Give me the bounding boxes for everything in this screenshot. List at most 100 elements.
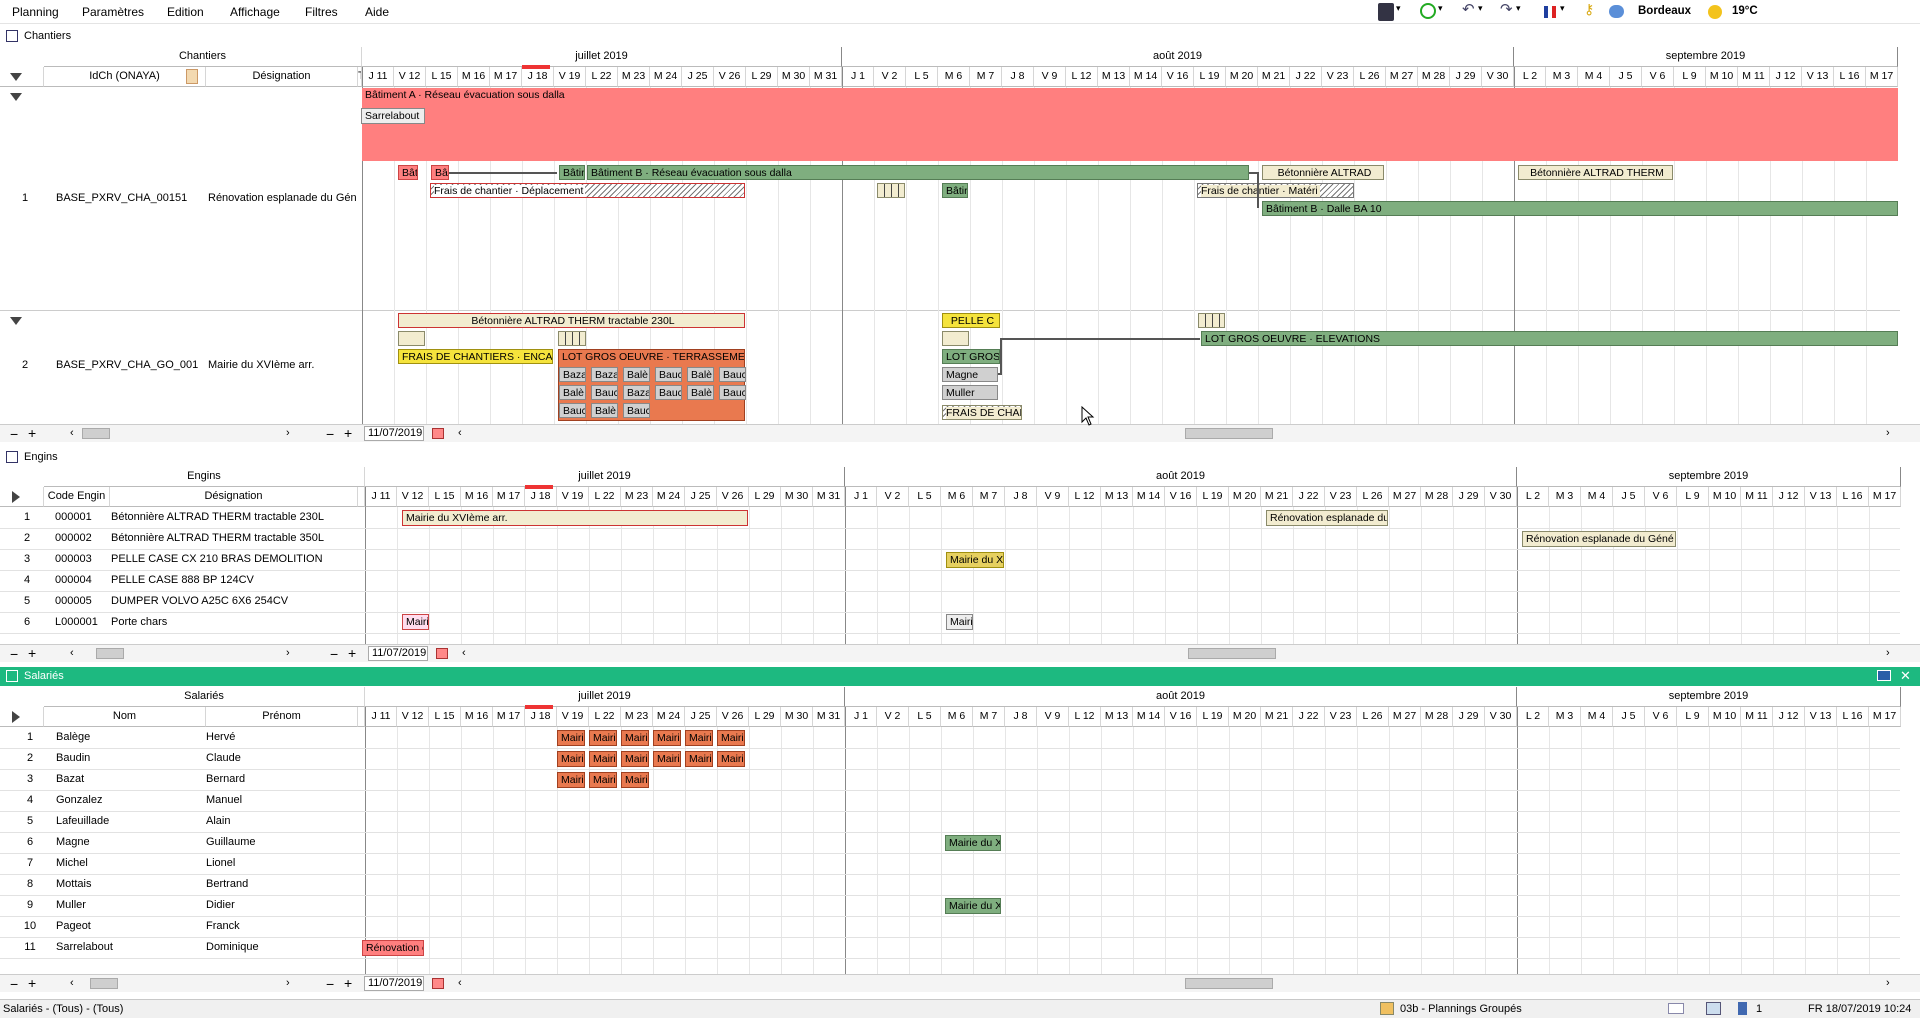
day-header[interactable]: V 9 <box>1037 707 1069 727</box>
day-header[interactable]: V 16 <box>1165 707 1197 727</box>
engin-code[interactable]: 000002 <box>55 528 110 548</box>
task-bar[interactable]: Bât <box>398 165 418 180</box>
task-bar[interactable]: FRAIS DE CHANTIERS · ENCAD <box>398 349 553 364</box>
day-header[interactable]: J 22 <box>1293 487 1325 507</box>
task-bar[interactable] <box>398 331 425 346</box>
scroll-left-icon[interactable]: ‹ <box>462 647 466 659</box>
col-designation[interactable]: Désignation <box>206 67 358 87</box>
day-header[interactable]: J 8 <box>1005 487 1037 507</box>
task-bar[interactable]: Bâtir <box>559 165 585 180</box>
undo-icon[interactable]: ↶ <box>1462 0 1475 18</box>
day-header[interactable]: L 12 <box>1069 707 1101 727</box>
day-header[interactable]: M 6 <box>941 707 973 727</box>
day-header[interactable]: M 13 <box>1101 487 1133 507</box>
day-header[interactable]: M 20 <box>1229 707 1261 727</box>
day-header[interactable]: M 24 <box>650 67 682 87</box>
salarie-prenom[interactable]: Alain <box>206 811 356 831</box>
day-header[interactable]: M 10 <box>1709 487 1741 507</box>
day-header[interactable]: L 15 <box>429 707 461 727</box>
day-header[interactable]: L 2 <box>1517 707 1549 727</box>
day-header[interactable]: M 31 <box>813 707 845 727</box>
salarie-prenom[interactable]: Didier <box>206 895 356 915</box>
menu-planning[interactable]: Planning <box>12 5 59 19</box>
day-header[interactable]: M 11 <box>1741 487 1773 507</box>
engin-designation[interactable]: Porte chars <box>111 612 358 632</box>
day-header[interactable]: L 2 <box>1514 67 1546 87</box>
task-bar[interactable]: Bétonnière ALTRAD <box>1262 165 1384 180</box>
chantier-id[interactable]: BASE_PXRV_CHA_GO_001 <box>56 355 198 375</box>
day-header[interactable]: L 26 <box>1354 67 1386 87</box>
salarie-prenom[interactable]: Guillaume <box>206 832 356 852</box>
sort-icon[interactable] <box>186 69 198 84</box>
day-header[interactable]: V 6 <box>1645 487 1677 507</box>
day-header[interactable]: M 10 <box>1709 707 1741 727</box>
col-code-engin[interactable]: Code Engin <box>44 487 110 507</box>
day-header[interactable]: L 16 <box>1837 707 1869 727</box>
day-header[interactable]: M 24 <box>653 707 685 727</box>
scroll-right-icon[interactable]: › <box>286 427 290 439</box>
card-icon[interactable] <box>1668 1003 1684 1014</box>
task-bar[interactable] <box>877 183 905 198</box>
day-header[interactable]: M 7 <box>973 487 1005 507</box>
day-header[interactable]: M 30 <box>778 67 810 87</box>
worker-chip[interactable]: Balè <box>591 403 618 418</box>
salarie-nom[interactable]: Magne <box>56 832 206 852</box>
date-field[interactable]: 11/07/2019 <box>364 426 424 441</box>
task-bar[interactable] <box>942 331 969 346</box>
day-header[interactable]: V 13 <box>1805 487 1837 507</box>
scroll-right-icon[interactable]: › <box>1886 427 1890 439</box>
scrollbar-thumb[interactable] <box>96 648 124 659</box>
assignment-bar[interactable]: Mairie du X <box>945 898 1001 914</box>
day-header[interactable]: M 17 <box>493 487 525 507</box>
scroll-left-icon[interactable]: ‹ <box>70 647 74 659</box>
salarie-nom[interactable]: Muller <box>56 895 206 915</box>
day-header[interactable]: J 8 <box>1005 707 1037 727</box>
assignment-bar[interactable]: Mairi <box>621 730 649 746</box>
task-bar[interactable]: LOT GROS OEUVRE · ELEVATIONS <box>1201 331 1898 346</box>
gantt-icon[interactable] <box>1706 1002 1721 1015</box>
assignment-bar[interactable]: Mairi <box>621 772 649 788</box>
worker-chip[interactable]: Balè <box>623 367 650 382</box>
scroll-right-icon[interactable]: › <box>1886 977 1890 989</box>
chevron-down-icon[interactable]: ▾ <box>1478 3 1483 21</box>
day-header[interactable]: V 23 <box>1322 67 1354 87</box>
day-header[interactable]: M 11 <box>1738 67 1770 87</box>
remove-row-button[interactable]: − <box>10 976 18 992</box>
scrollbar-thumb[interactable] <box>1185 428 1273 439</box>
day-header[interactable]: V 16 <box>1162 67 1194 87</box>
day-header[interactable]: V 23 <box>1325 707 1357 727</box>
day-header[interactable]: V 2 <box>877 707 909 727</box>
worker-chip[interactable]: Bauc <box>591 385 618 400</box>
assignment-bar[interactable]: Mairi <box>653 730 681 746</box>
task-bar[interactable] <box>558 331 586 346</box>
chevron-down-icon[interactable]: ▾ <box>1560 3 1565 21</box>
salarie-nom[interactable]: Baudin <box>56 748 206 768</box>
worker-chip[interactable]: Bauc <box>719 385 746 400</box>
day-header[interactable]: L 19 <box>1197 707 1229 727</box>
assignment-bar[interactable]: Mairi <box>402 614 429 630</box>
day-header[interactable]: J 5 <box>1610 67 1642 87</box>
day-header[interactable]: M 23 <box>621 487 653 507</box>
day-header[interactable]: V 6 <box>1642 67 1674 87</box>
assignment-bar[interactable]: Mairi <box>589 772 617 788</box>
worker-chip[interactable]: Bauc <box>655 385 682 400</box>
day-header[interactable]: M 23 <box>621 707 653 727</box>
day-header[interactable]: J 25 <box>685 707 717 727</box>
day-header[interactable]: J 29 <box>1450 67 1482 87</box>
assignment-bar[interactable]: Mairi <box>557 772 585 788</box>
day-header[interactable]: J 29 <box>1453 707 1485 727</box>
day-header[interactable]: M 13 <box>1101 707 1133 727</box>
status-planning[interactable]: 03b - Plannings Groupés <box>1400 1003 1522 1015</box>
monitor-icon[interactable] <box>1378 3 1394 21</box>
task-bar[interactable]: Muller <box>942 385 998 400</box>
salarie-nom[interactable]: Balège <box>56 727 206 747</box>
remove-row-button[interactable]: − <box>326 426 334 442</box>
salarie-nom[interactable]: Sarrelabout <box>56 937 206 957</box>
engin-designation[interactable]: DUMPER VOLVO A25C 6X6 254CV <box>111 591 358 611</box>
day-header[interactable]: M 16 <box>461 487 493 507</box>
day-header[interactable]: L 5 <box>909 707 941 727</box>
menu-filtres[interactable]: Filtres <box>305 5 338 19</box>
day-header[interactable]: V 19 <box>557 707 589 727</box>
task-bar[interactable]: LOT GROS <box>942 349 1000 364</box>
task-bar[interactable]: Bétonnière ALTRAD THERM <box>1518 165 1673 180</box>
